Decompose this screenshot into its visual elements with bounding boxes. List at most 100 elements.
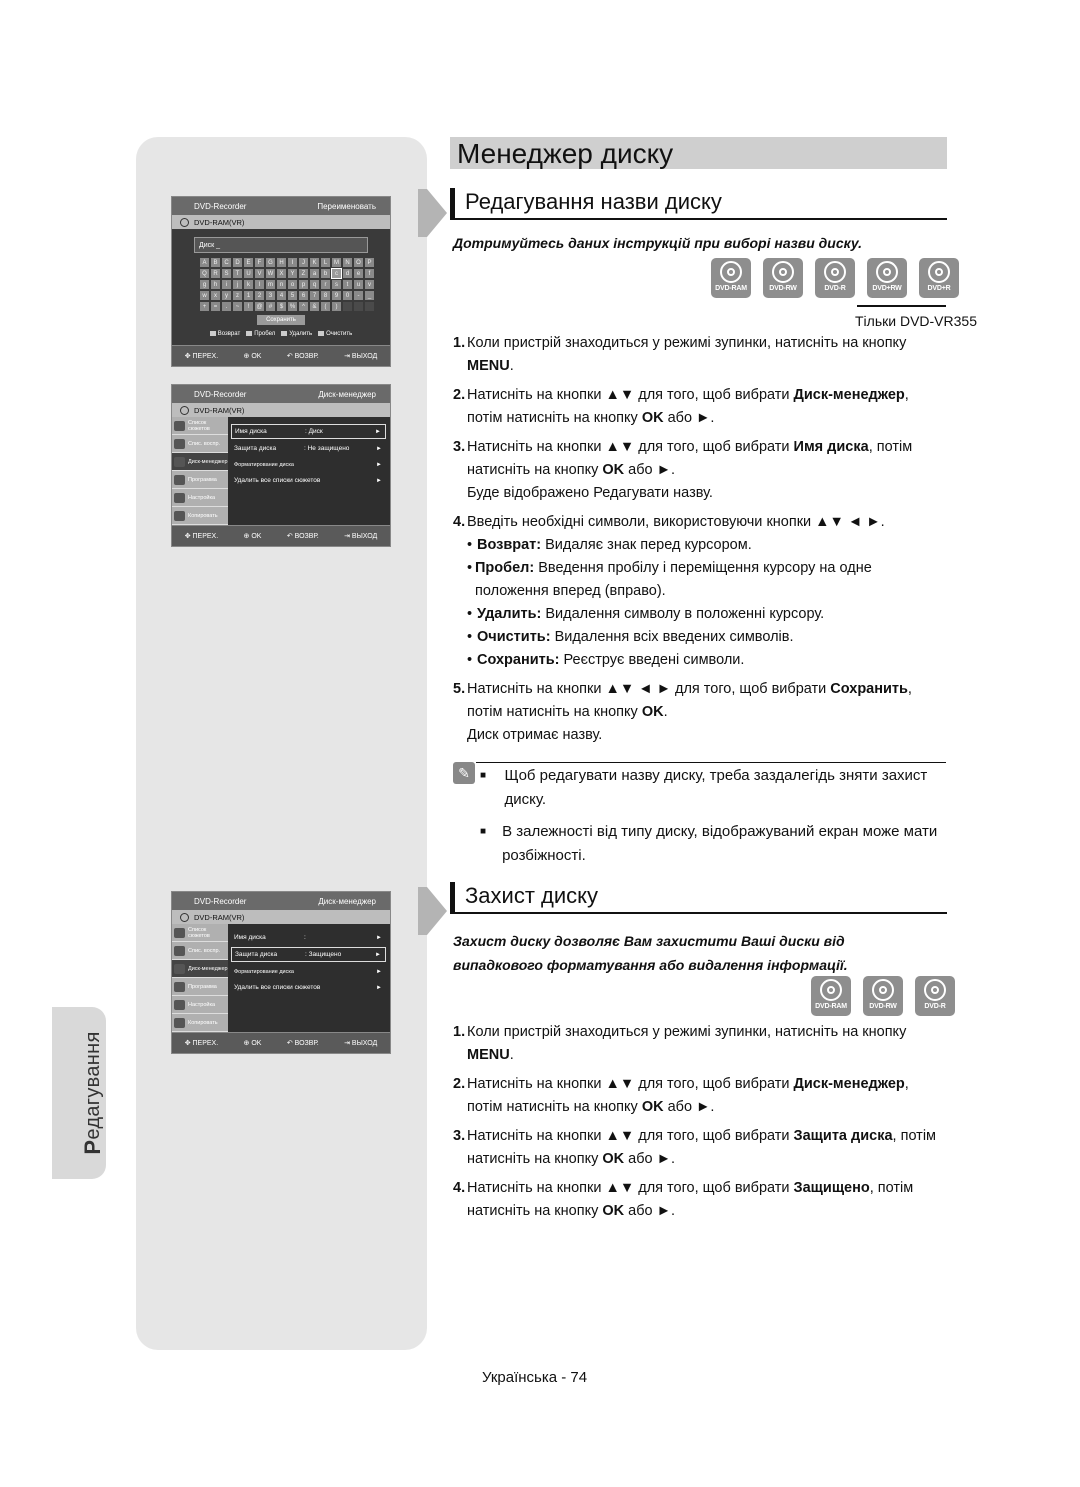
keyboard-key[interactable]: 5 bbox=[288, 291, 297, 300]
keyboard-key[interactable]: F bbox=[255, 258, 264, 267]
keyboard-key[interactable]: . bbox=[222, 302, 231, 311]
menu-side-item[interactable]: Список сюжетов bbox=[172, 924, 228, 942]
keyboard-key[interactable]: J bbox=[299, 258, 308, 267]
menu-side-item[interactable]: Диск-менеджер bbox=[172, 453, 228, 471]
keyboard-key[interactable]: Z bbox=[299, 269, 308, 278]
keyboard-key[interactable]: Q bbox=[200, 269, 209, 278]
keyboard-key[interactable]: k bbox=[244, 280, 253, 289]
keyboard-key[interactable]: 3 bbox=[266, 291, 275, 300]
keyboard-key[interactable]: j bbox=[233, 280, 242, 289]
menu-side-item[interactable]: Настройка bbox=[172, 996, 228, 1014]
keyboard-key[interactable]: O bbox=[354, 258, 363, 267]
keyboard-key[interactable]: m bbox=[266, 280, 275, 289]
keyboard-key[interactable]: b bbox=[321, 269, 330, 278]
menu-side-item[interactable]: Программа bbox=[172, 471, 228, 489]
keyboard-key[interactable]: s bbox=[332, 280, 341, 289]
menu-option-row[interactable]: Форматирование диска ► bbox=[231, 965, 386, 978]
keyboard-key[interactable]: o bbox=[288, 280, 297, 289]
keyboard-key[interactable]: 9 bbox=[332, 291, 341, 300]
keyboard-key[interactable]: W bbox=[266, 269, 275, 278]
keyboard-key[interactable]: ) bbox=[332, 302, 341, 311]
menu-option-row[interactable]: Форматирование диска ► bbox=[231, 458, 386, 471]
menu-side-item[interactable]: Копировать bbox=[172, 507, 228, 525]
keyboard-key[interactable]: ( bbox=[321, 302, 330, 311]
keyboard-key[interactable]: u bbox=[354, 280, 363, 289]
menu-option-row[interactable]: Удалить все списки сюжетов ► bbox=[231, 981, 386, 994]
keyboard-key[interactable]: i bbox=[222, 280, 231, 289]
disc-name-field[interactable]: Диск _ bbox=[194, 237, 368, 253]
keyboard-key[interactable]: 6 bbox=[299, 291, 308, 300]
keyboard-key[interactable]: ^ bbox=[299, 302, 308, 311]
keyboard-key[interactable]: 7 bbox=[310, 291, 319, 300]
menu-side-item[interactable]: Диск-менеджер bbox=[172, 960, 228, 978]
keyboard-key[interactable]: M bbox=[332, 258, 341, 267]
keyboard-key[interactable]: p bbox=[299, 280, 308, 289]
keyboard-key[interactable]: a bbox=[310, 269, 319, 278]
keyboard-key[interactable]: V bbox=[255, 269, 264, 278]
keyboard-key[interactable]: t bbox=[343, 280, 352, 289]
save-button[interactable]: Сохранить bbox=[257, 315, 305, 325]
keyboard-key[interactable]: G bbox=[266, 258, 275, 267]
menu-option-row[interactable]: Имя диска: ► bbox=[231, 931, 386, 944]
keyboard-key[interactable]: e bbox=[354, 269, 363, 278]
keyboard-key[interactable]: v bbox=[365, 280, 374, 289]
menu-side-item[interactable]: Настройка bbox=[172, 489, 228, 507]
menu-option-row[interactable]: Защита диска: Не защищено ► bbox=[231, 442, 386, 455]
keyboard-key[interactable]: x bbox=[211, 291, 220, 300]
keyboard-key[interactable]: r bbox=[321, 280, 330, 289]
keyboard-key[interactable]: # bbox=[266, 302, 275, 311]
keyboard-key[interactable]: w bbox=[200, 291, 209, 300]
keyboard-key[interactable]: _ bbox=[365, 291, 374, 300]
keyboard-key[interactable]: 8 bbox=[321, 291, 330, 300]
keyboard-key[interactable]: 2 bbox=[255, 291, 264, 300]
keyboard-key[interactable]: & bbox=[310, 302, 319, 311]
keyboard-key[interactable]: c bbox=[331, 268, 342, 279]
keyboard-key[interactable]: ! bbox=[244, 302, 253, 311]
menu-side-item[interactable]: Копировать bbox=[172, 1014, 228, 1032]
keyboard-key[interactable]: L bbox=[321, 258, 330, 267]
keyboard-key[interactable]: q bbox=[310, 280, 319, 289]
menu-option-row[interactable]: Имя диска: Диск ► bbox=[231, 424, 386, 439]
keyboard-key[interactable]: K bbox=[310, 258, 319, 267]
keyboard-key[interactable]: f bbox=[365, 269, 374, 278]
keyboard-key[interactable]: = bbox=[211, 302, 220, 311]
keyboard-key[interactable]: g bbox=[200, 280, 209, 289]
keyboard-key[interactable]: R bbox=[211, 269, 220, 278]
keyboard-key[interactable]: + bbox=[200, 302, 209, 311]
menu-side-item[interactable]: Спис. воспр. bbox=[172, 942, 228, 960]
keyboard-key[interactable] bbox=[343, 302, 352, 311]
keyboard-key[interactable]: l bbox=[255, 280, 264, 289]
keyboard-key[interactable]: A bbox=[200, 258, 209, 267]
keyboard-key[interactable]: 0 bbox=[343, 291, 352, 300]
menu-option-row[interactable]: Удалить все списки сюжетов ► bbox=[231, 474, 386, 487]
keyboard-key[interactable]: y bbox=[222, 291, 231, 300]
menu-option-row[interactable]: Защита диска: Защищено ► bbox=[231, 947, 386, 962]
keyboard-key[interactable]: d bbox=[343, 269, 352, 278]
keyboard-key[interactable]: h bbox=[211, 280, 220, 289]
keyboard-key[interactable]: I bbox=[288, 258, 297, 267]
keyboard-key[interactable]: H bbox=[277, 258, 286, 267]
keyboard-key[interactable]: 1 bbox=[244, 291, 253, 300]
keyboard-key[interactable]: T bbox=[233, 269, 242, 278]
keyboard-key[interactable]: E bbox=[244, 258, 253, 267]
menu-side-item[interactable]: Спис. воспр. bbox=[172, 435, 228, 453]
keyboard-key[interactable] bbox=[354, 302, 363, 311]
keyboard-key[interactable]: S bbox=[222, 269, 231, 278]
keyboard-key[interactable]: 4 bbox=[277, 291, 286, 300]
keyboard-key[interactable]: n bbox=[277, 280, 286, 289]
keyboard-key[interactable]: z bbox=[233, 291, 242, 300]
keyboard-key[interactable]: N bbox=[343, 258, 352, 267]
keyboard-key[interactable]: - bbox=[354, 291, 363, 300]
keyboard-key[interactable]: % bbox=[288, 302, 297, 311]
keyboard-key[interactable]: B bbox=[211, 258, 220, 267]
keyboard-key[interactable]: $ bbox=[277, 302, 286, 311]
keyboard-key[interactable]: C bbox=[222, 258, 231, 267]
chapter-side-tab[interactable]: Редагування bbox=[52, 1007, 106, 1179]
keyboard-key[interactable]: D bbox=[233, 258, 242, 267]
keyboard-key[interactable]: @ bbox=[255, 302, 264, 311]
keyboard-key[interactable]: Y bbox=[288, 269, 297, 278]
keyboard-key[interactable]: U bbox=[244, 269, 253, 278]
keyboard-key[interactable] bbox=[365, 302, 374, 311]
menu-side-item[interactable]: Программа bbox=[172, 978, 228, 996]
keyboard-key[interactable]: X bbox=[277, 269, 286, 278]
